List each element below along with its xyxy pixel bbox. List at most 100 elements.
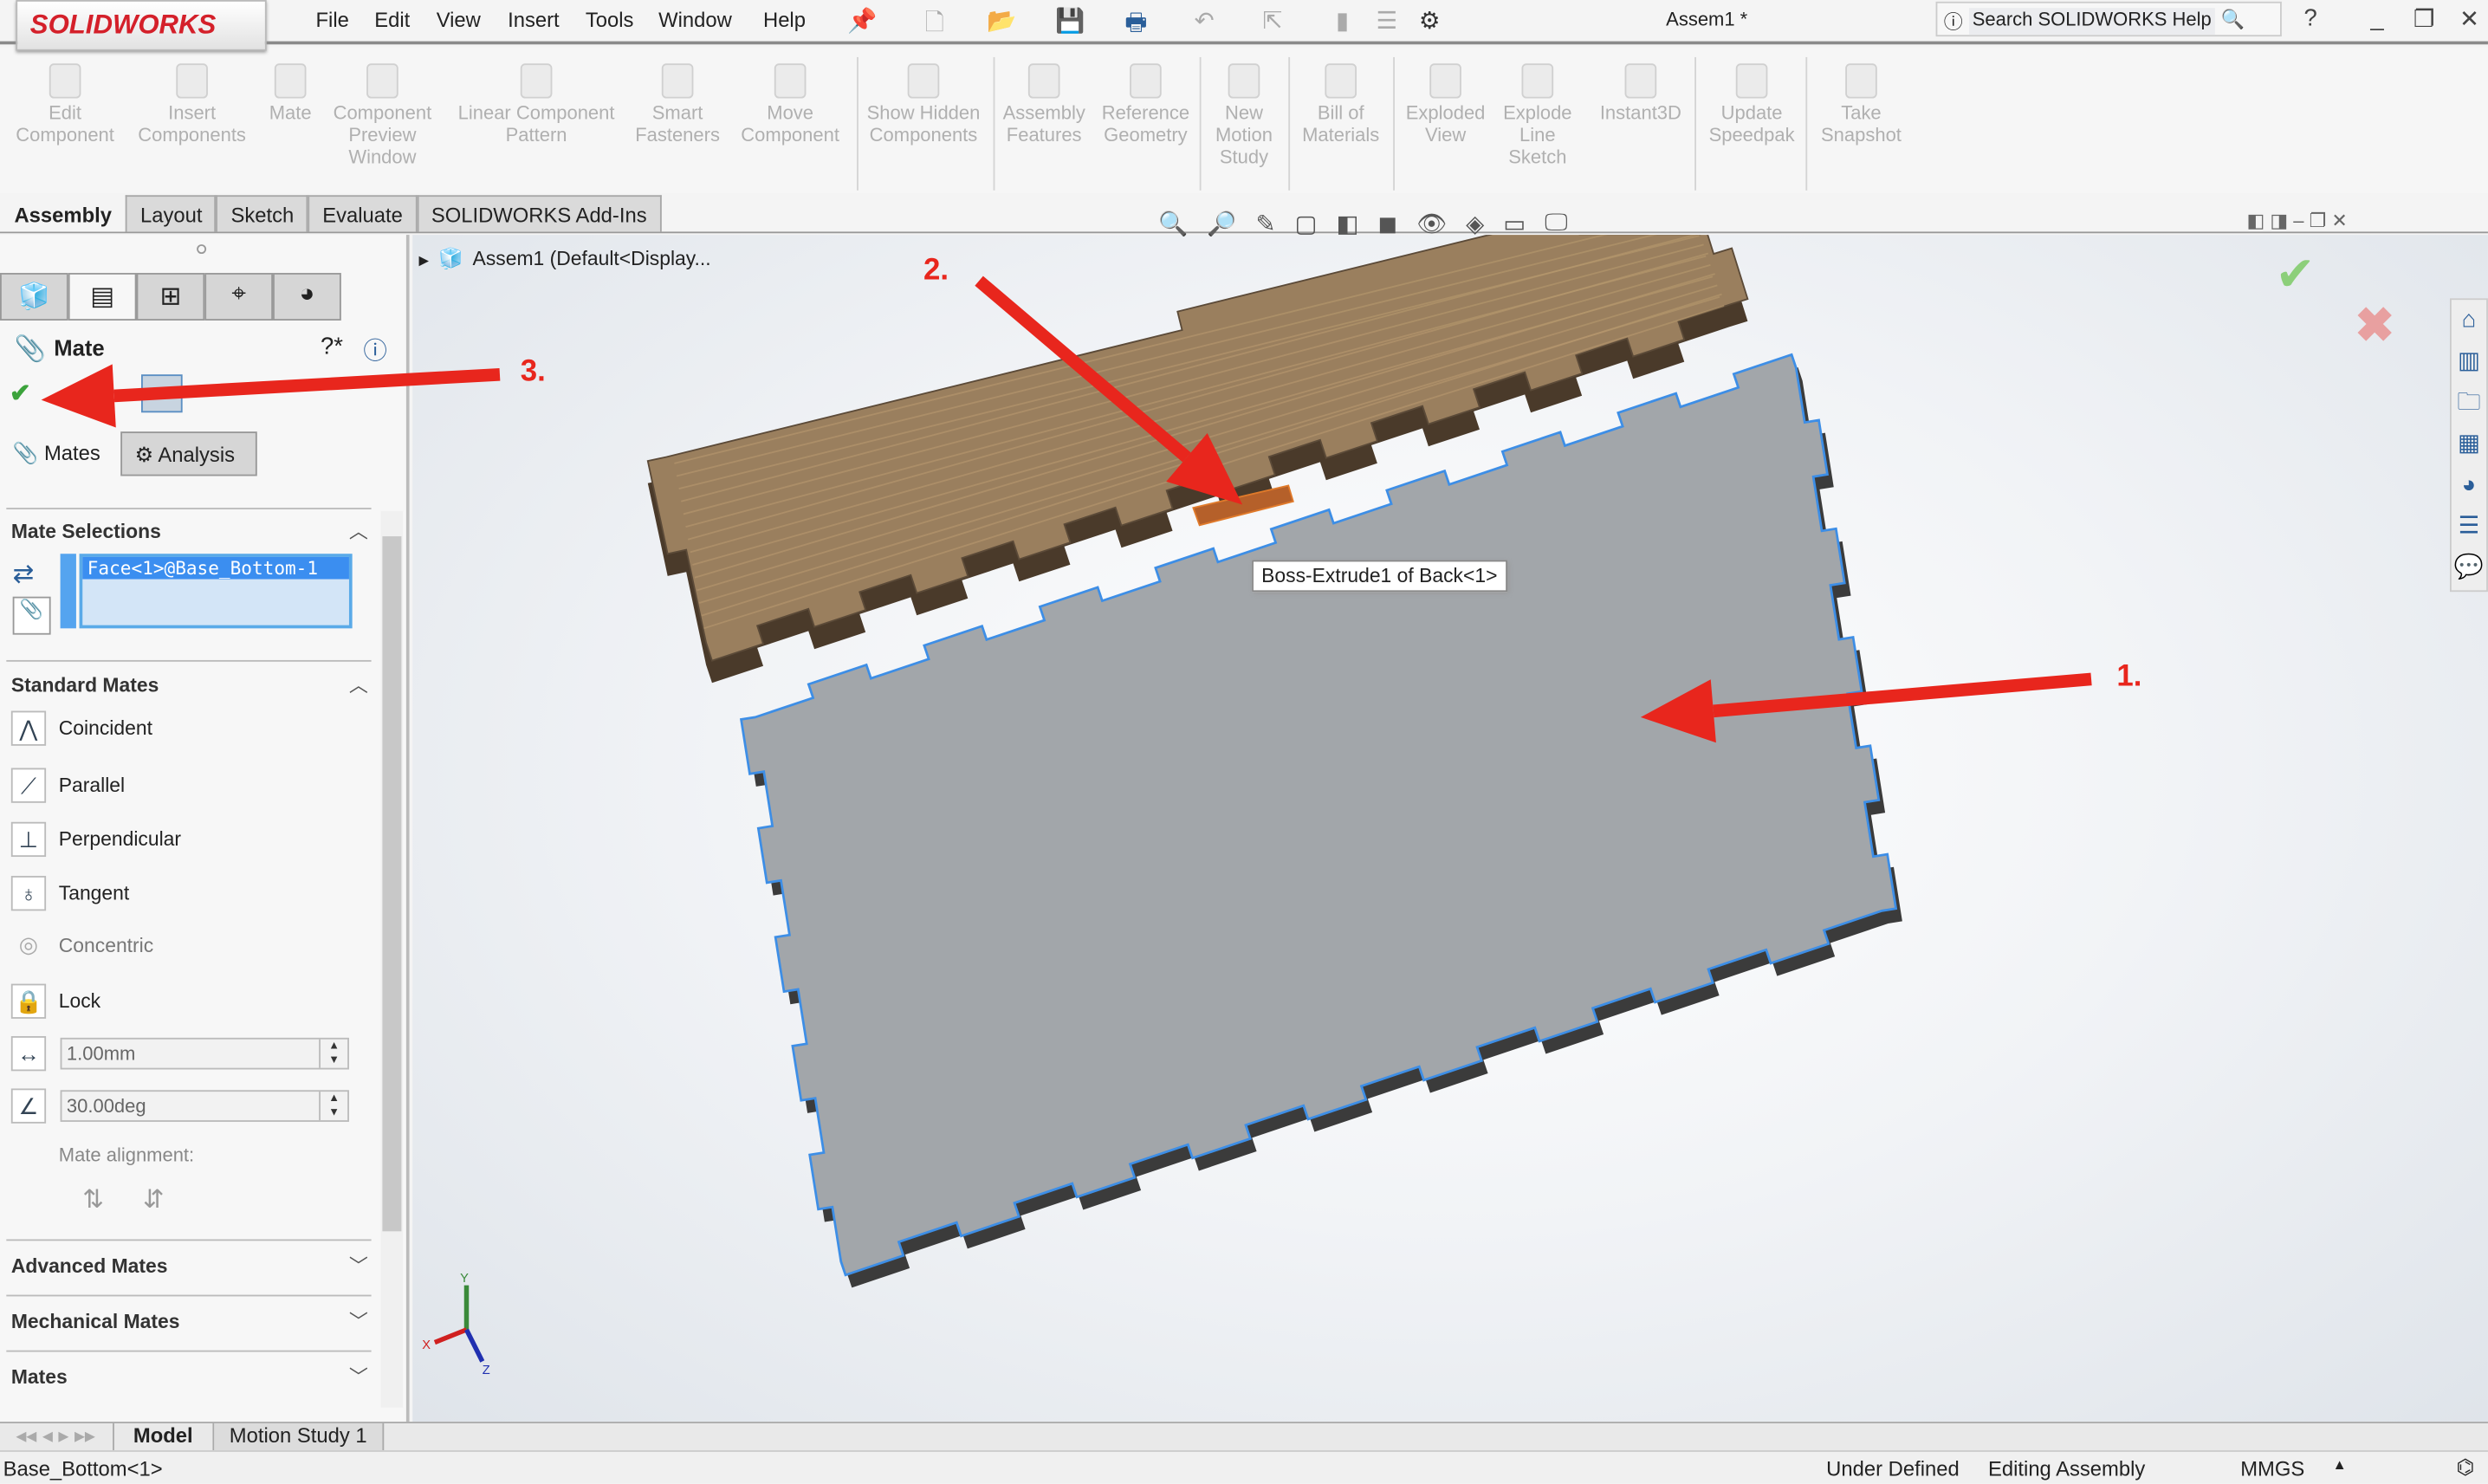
subtab-mates[interactable]: 📎 Mates [0,431,121,476]
mate-selections-header[interactable]: Mate Selections [11,521,161,543]
display-style-icon[interactable]: ◼ [1377,210,1397,238]
ribbon-button-move-component[interactable]: Move Component [738,63,843,146]
tab-assembly[interactable]: Assembly [0,195,126,232]
status-units[interactable]: MMGS [2240,1456,2304,1480]
chevron-down-icon[interactable]: ﹀ [349,1252,368,1279]
chevron-up-icon[interactable]: ︿ [349,671,368,698]
swap-selection-icon[interactable]: ⇄ [13,559,35,591]
expand-arrow-icon[interactable]: ▸ [419,248,430,272]
ribbon-button-update-speedpak[interactable]: Update Speedpak [1706,63,1798,146]
ribbon-button-take-snapshot[interactable]: Take Snapshot [1820,63,1902,146]
3d-scene[interactable] [412,235,2488,1422]
dimxpert-tab[interactable]: ⌖ [204,273,274,321]
mate-concentric[interactable]: ◎ Concentric [11,928,153,962]
menu-insert[interactable]: Insert [508,8,560,31]
ribbon-button-bill-of-materials[interactable]: Bill of Materials [1301,63,1381,146]
pin-icon[interactable]: 📌 [847,6,877,35]
view-orientation-icon[interactable]: ◧ [1336,210,1358,238]
pin-dialog-button[interactable] [141,374,183,413]
appearances-icon[interactable]: ◕ [2462,471,2477,498]
property-manager-tab[interactable]: ▤ [68,273,137,321]
mechanical-mates-header[interactable]: Mechanical Mates [11,1311,180,1333]
panel-scroll-thumb[interactable] [382,536,402,1232]
ribbon-button-insert-components[interactable]: Insert Components [137,63,248,146]
ribbon-button-reference-geometry[interactable]: Reference Geometry [1101,63,1190,146]
options-gear-icon[interactable]: ⚙ [1416,6,1444,35]
pin-mate-selection-icon[interactable]: 📎 [12,596,51,635]
advanced-mates-header[interactable]: Advanced Mates [11,1255,168,1278]
feature-manager-tab[interactable]: 🧊 [0,273,68,321]
tab-model[interactable]: Model [114,1422,214,1451]
spinner-arrows[interactable]: ▲ ▼ [319,1039,347,1068]
chevron-down-icon[interactable]: ﹀ [349,1363,368,1390]
mate-coincident[interactable]: ⋀ Coincident [10,710,152,746]
tab-motion-study[interactable]: Motion Study 1 [213,1422,385,1451]
panel-grip[interactable] [197,244,207,255]
zoom-to-fit-icon[interactable]: 🔍 [1158,210,1188,238]
menu-file[interactable]: File [315,8,348,31]
file-explorer-icon[interactable]: 🗀 [2457,389,2481,416]
rebuild-status-icon[interactable]: ⌬ [2456,1455,2474,1481]
angle-mate-button[interactable]: ∠ [10,1088,47,1124]
forum-icon[interactable]: 💬 [2454,554,2484,580]
tab-evaluate[interactable]: Evaluate [308,195,418,232]
viewport-window-controls[interactable]: ◧ ◨ – ❐ ✕ [2247,210,2348,232]
aligned-icon[interactable]: ⇅ [82,1183,104,1215]
mate-perpendicular[interactable]: ⊥ Perpendicular [10,821,181,858]
display-manager-tab[interactable]: ◕ [273,273,341,321]
menu-edit[interactable]: Edit [374,8,410,31]
menu-tools[interactable]: Tools [586,8,634,31]
custom-properties-icon[interactable]: ☰ [2459,513,2480,540]
close-icon[interactable]: ✕ [2459,4,2479,33]
mate-parallel[interactable]: ⟋ Parallel [10,768,125,803]
select-icon[interactable]: ⇱ [1258,6,1286,35]
search-icon[interactable]: 🔍 [2221,8,2245,35]
minimize-icon[interactable]: _ [2370,4,2383,31]
selection-item[interactable]: Face<1>@Base_Bottom-1 [82,556,349,580]
ok-check-icon[interactable]: ✔ [10,378,31,410]
menu-help[interactable]: Help [763,8,806,31]
ribbon-button-linear-component-pattern[interactable]: Linear Component Pattern [454,63,619,146]
cancel-x-icon[interactable]: ✖ [2355,298,2394,353]
feature-tree-flyout[interactable]: ▸ 🧊 Assem1 (Default<Display... [419,248,711,271]
mate-tangent[interactable]: ♁ Tangent [10,876,129,911]
anti-aligned-icon[interactable]: ⇵ [143,1183,165,1215]
open-icon[interactable]: 📂 [987,6,1016,35]
ribbon-button-smart-fasteners[interactable]: Smart Fasteners [635,63,721,146]
undo-icon[interactable]: ↶ [1190,6,1219,35]
mate-selections-list[interactable]: Face<1>@Base_Bottom-1 [79,554,353,629]
tab-sketch[interactable]: Sketch [216,195,308,232]
ribbon-button-exploded-view[interactable]: Exploded View [1404,63,1487,146]
ribbon-button-new-motion-study[interactable]: New Motion Study [1212,63,1275,168]
chevron-up-icon[interactable]: ︿ [349,517,368,544]
task-pane-tabs[interactable]: ⌂ ▥ 🗀 ▦ ◕ ☰ 💬 [2449,298,2488,593]
file-properties-icon[interactable]: ☰ [1372,6,1401,35]
mates-header[interactable]: Mates [11,1366,68,1389]
new-document-icon[interactable]: 🗋 [920,6,949,36]
design-library-icon[interactable]: ▥ [2458,347,2480,374]
units-dropdown-icon[interactable]: ▲ [2332,1456,2346,1472]
ribbon-button-instant3d[interactable]: Instant3D [1597,63,1683,124]
ribbon-button-show-hidden-components[interactable]: Show Hidden Components [866,63,981,146]
distance-mate-button[interactable]: ↔ [10,1036,47,1072]
solidworks-logo[interactable]: SOLIDWORKS [16,0,267,51]
rebuild-icon[interactable]: ▮ [1328,6,1357,35]
spinner-arrows[interactable]: ▲ ▼ [319,1092,347,1121]
print-icon[interactable]: 🖶 [1122,6,1150,36]
help-icon[interactable]: ? [2303,4,2316,31]
graphics-viewport[interactable]: ▸ 🧊 Assem1 (Default<Display... 🔍 🔎 ✎ ▢ ◧ ◼ 👁 ◈ ▭ 🖵 … [412,210,2488,1422]
ribbon-button-explode-line-sketch[interactable]: Explode Line Sketch [1500,63,1576,168]
restore-icon[interactable]: ❐ [2413,4,2435,33]
standard-mates-header[interactable]: Standard Mates [11,674,159,697]
angle-input[interactable]: 30.00deg ▲ ▼ [60,1090,349,1122]
tab-layout[interactable]: Layout [126,195,217,232]
tab-addins[interactable]: SOLIDWORKS Add-Ins [417,195,662,232]
distance-input[interactable]: 1.00mm ▲ ▼ [60,1037,349,1070]
tab-scroll-arrows[interactable]: ◂◂ ◂ ▸ ▸▸ [0,1422,114,1451]
mate-lock[interactable]: 🔒 Lock [10,983,100,1019]
subtab-analysis[interactable]: ⚙ Analysis [120,431,257,476]
whats-new-help-icon[interactable]: ?* [321,334,343,360]
ribbon-button-edit-component[interactable]: Edit Component [13,63,118,146]
hide-show-icon[interactable]: 👁 [1416,210,1447,238]
menu-window[interactable]: Window [658,8,732,31]
